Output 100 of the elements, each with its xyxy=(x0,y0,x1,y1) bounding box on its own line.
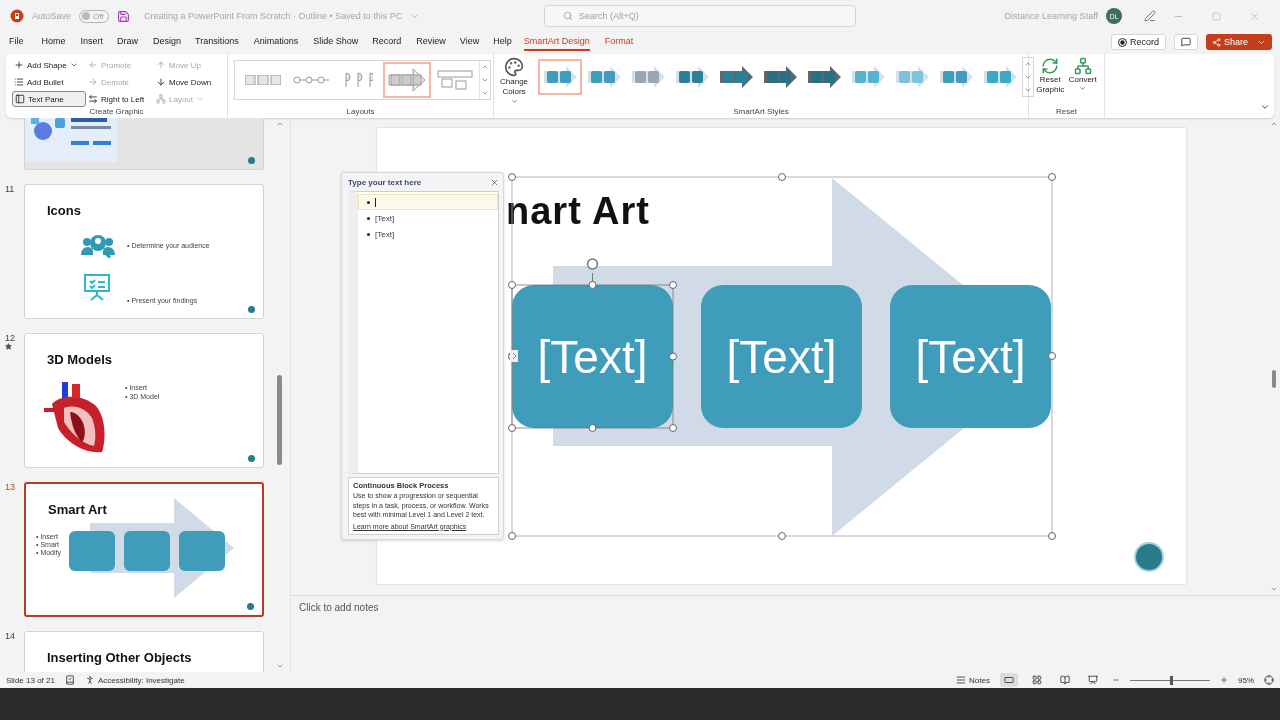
change-colors-button[interactable]: Change Colors xyxy=(500,57,529,105)
dot-icon xyxy=(248,306,255,313)
save-icon[interactable] xyxy=(117,9,131,23)
menu-tab[interactable]: Animations xyxy=(253,33,299,51)
slide-title: Smart Art xyxy=(48,502,107,517)
share-icon xyxy=(1211,37,1221,47)
notes-placeholder[interactable]: Click to add notes xyxy=(299,602,379,613)
menu-tab[interactable]: Home xyxy=(41,33,66,51)
menu-tab[interactable]: Record xyxy=(372,33,402,51)
close-icon[interactable] xyxy=(1249,10,1261,22)
zoom-out-icon[interactable] xyxy=(1112,676,1120,684)
group-label: Create Graphic xyxy=(88,107,145,118)
ribbon-command[interactable]: Reset Graphic xyxy=(1035,57,1066,96)
group-label: SmartArt Styles xyxy=(732,107,790,118)
shape-selection-handles[interactable] xyxy=(507,255,678,433)
scrollbar-thumb[interactable] xyxy=(1272,370,1276,388)
menu-tab[interactable]: View xyxy=(459,33,480,51)
slide-number: 14 xyxy=(5,631,15,641)
dot-icon xyxy=(248,455,255,462)
style-thumbnail-icon xyxy=(718,64,755,90)
layout-thumbnail-icon xyxy=(388,68,426,92)
book-icon xyxy=(1060,675,1070,685)
user-name: Distance Learning Staff xyxy=(1004,11,1098,21)
scroll-up-icon[interactable] xyxy=(1270,120,1278,128)
group-label: Layouts xyxy=(345,107,376,118)
rectangle-icon xyxy=(1004,675,1014,685)
text-entry[interactable]: [Text] xyxy=(358,210,498,226)
collapse-ribbon-icon[interactable] xyxy=(1260,102,1270,112)
layout-thumbnail-icon xyxy=(245,75,281,85)
panel-icon xyxy=(15,94,25,104)
arrow-right-icon xyxy=(88,77,98,87)
scroll-down-icon[interactable] xyxy=(276,662,284,670)
menu-tab[interactable]: SmartArt Design xyxy=(523,33,590,51)
dot-icon xyxy=(248,157,255,164)
fit-slide-icon[interactable] xyxy=(1264,675,1274,685)
close-icon[interactable] xyxy=(490,177,499,187)
menu-tab[interactable]: Draw xyxy=(117,33,139,51)
dot-icon xyxy=(247,603,254,610)
pen-icon[interactable] xyxy=(1144,10,1156,22)
expand-pane-icon[interactable] xyxy=(510,350,518,362)
scrollbar-thumb[interactable] xyxy=(277,375,282,465)
chevron-down-icon xyxy=(196,95,205,103)
zoom-level[interactable]: 95% xyxy=(1238,675,1254,685)
style-thumbnail-icon xyxy=(850,64,887,90)
record-button[interactable]: Record xyxy=(1110,34,1166,50)
slide-title: nart Art xyxy=(506,190,650,233)
refresh-icon xyxy=(1041,57,1060,75)
style-thumbnail-icon xyxy=(674,64,711,90)
slide-number: 11 xyxy=(5,184,15,194)
slide-position: Slide 13 of 21 xyxy=(6,675,55,685)
menu-tab[interactable]: Slide Show xyxy=(313,33,359,51)
style-thumbnail-icon xyxy=(542,64,579,90)
layouts-gallery[interactable] xyxy=(234,60,491,100)
ribbon-command[interactable]: Add Shape xyxy=(12,57,86,73)
menu-tab[interactable]: File xyxy=(9,33,24,51)
arrow-up-icon xyxy=(156,60,166,70)
slide-title: Icons xyxy=(47,203,81,218)
menu-tab[interactable]: Design xyxy=(153,33,182,51)
accessibility-icon xyxy=(84,675,95,685)
pane-title: Type your text here xyxy=(348,177,422,187)
menu-tab[interactable]: Help xyxy=(493,33,512,51)
ribbon-command[interactable]: Text Pane xyxy=(12,91,86,107)
text-entry[interactable]: [Text] xyxy=(358,226,498,242)
app-logo-icon[interactable] xyxy=(10,9,24,23)
notes-button[interactable]: Notes xyxy=(956,675,990,685)
menu-tab[interactable]: Transitions xyxy=(195,33,239,51)
menu-tab[interactable]: Format xyxy=(604,33,634,51)
scroll-up-icon[interactable] xyxy=(276,120,284,128)
book-check-icon[interactable] xyxy=(64,675,75,685)
ribbon-command[interactable]: Convert xyxy=(1067,57,1098,93)
ribbon-command[interactable]: Right to Left xyxy=(86,91,154,107)
arrow-down-icon xyxy=(156,77,166,87)
slide-thumbnail[interactable]: Inserting Other Objects xyxy=(24,631,264,672)
style-option[interactable] xyxy=(538,59,583,95)
accessibility-status[interactable]: Accessibility: Investigate xyxy=(84,675,185,685)
style-thumbnail-icon xyxy=(806,64,843,90)
style-thumbnail-icon xyxy=(982,64,1019,90)
ribbon-command[interactable]: Move Down xyxy=(154,74,224,90)
palette-icon xyxy=(504,57,524,77)
scroll-down-icon[interactable] xyxy=(1024,73,1033,81)
layout-thumbnail-icon xyxy=(292,76,330,84)
menu-tab[interactable]: Insert xyxy=(80,33,104,51)
style-thumbnail-icon xyxy=(586,64,623,90)
layout-thumbnail-icon xyxy=(345,72,373,88)
menu-tab[interactable]: Review xyxy=(416,33,446,51)
swap-arrows-icon xyxy=(88,94,98,104)
normal-view-button[interactable] xyxy=(1000,673,1018,687)
layout-option[interactable] xyxy=(383,62,431,98)
zoom-thumb[interactable] xyxy=(1170,675,1173,685)
chevron-down-icon xyxy=(1079,85,1087,93)
slide-title: 3D Models xyxy=(47,352,112,367)
comments-button[interactable] xyxy=(1173,34,1198,50)
zoom-in-icon[interactable] xyxy=(1220,676,1228,684)
slide-title: Inserting Other Objects xyxy=(47,650,192,665)
scroll-down-icon[interactable] xyxy=(481,76,489,84)
scroll-down-icon[interactable] xyxy=(1270,585,1278,593)
share-button[interactable]: Share xyxy=(1205,34,1272,50)
arrow-left-icon xyxy=(88,60,98,70)
hierarchy-icon xyxy=(156,94,166,104)
ribbon-command[interactable]: Add Bullet xyxy=(12,74,86,90)
